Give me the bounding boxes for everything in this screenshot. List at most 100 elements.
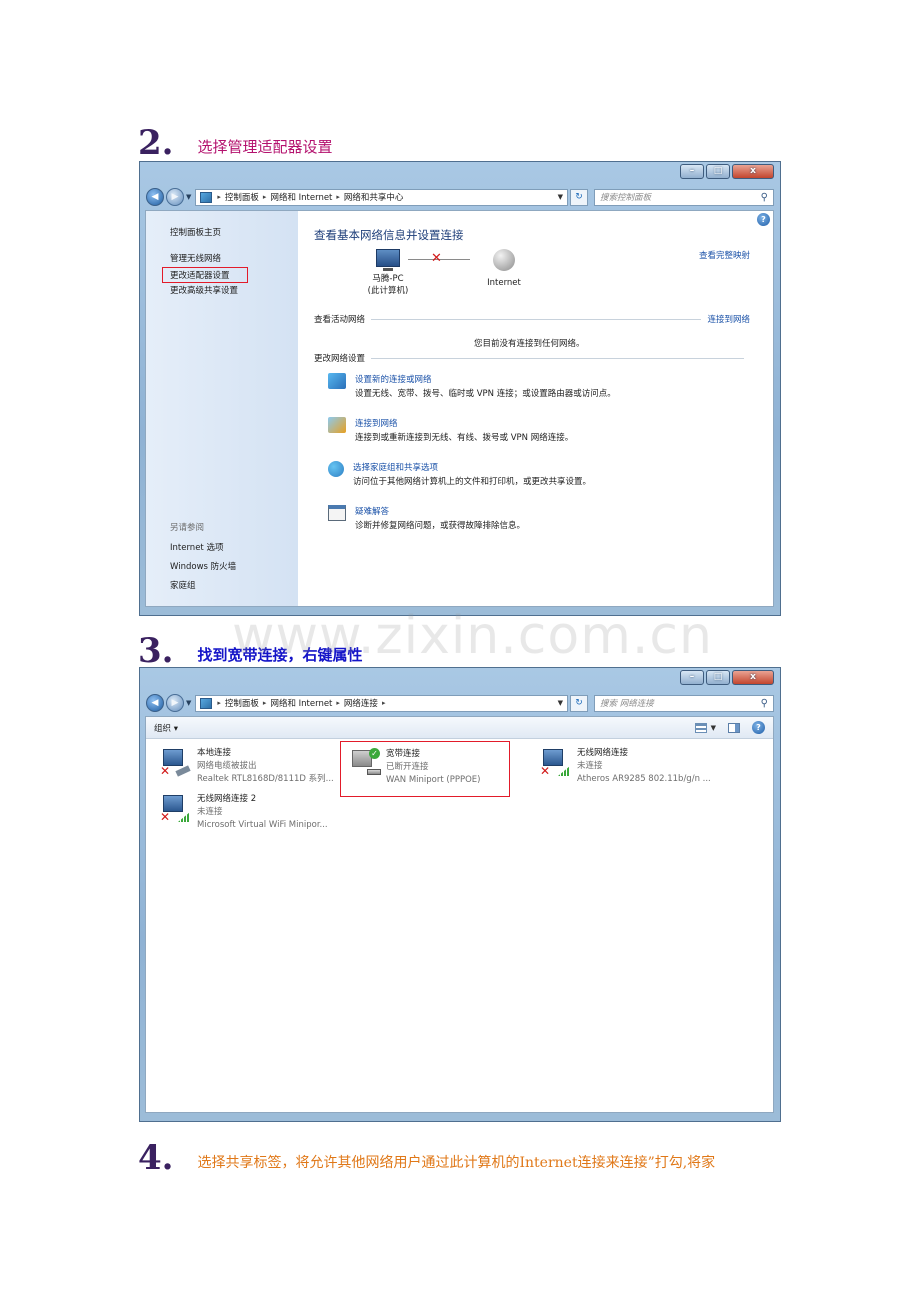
chevron-down-icon[interactable]: ▼ <box>558 193 563 201</box>
chevron-right-icon[interactable]: ▸ <box>336 699 340 707</box>
address-bar[interactable]: ▸ 控制面板 ▸ 网络和 Internet ▸ 网络和共享中心 ▼ <box>195 188 568 206</box>
page-title: 查看基本网络信息并设置连接 <box>314 228 464 242</box>
divider <box>371 318 702 320</box>
step-text: 选择共享标签，将允许其他网络用户通过此计算机的Internet连接来连接”打勾,… <box>197 1155 716 1171</box>
task-homegroup: 选择家庭组和共享选项 访问位于其他网络计算机上的文件和打印机，或更改共享设置。 <box>328 461 591 489</box>
search-icon[interactable]: ⚲ <box>761 192 768 203</box>
task-title[interactable]: 连接到网络 <box>355 417 573 431</box>
connection-device: Atheros AR9285 802.11b/g/n ... <box>577 774 711 784</box>
connection-name: 无线网络连接 2 <box>197 794 257 804</box>
search-placeholder: 搜索 网络连接 <box>600 699 654 709</box>
minimize-button[interactable]: – <box>680 164 704 179</box>
step-number: 2. <box>138 123 174 163</box>
connection-broadband[interactable]: ✓ 宽带连接 已断开连接 WAN Miniport (PPPOE) <box>340 741 510 797</box>
connect-to-network-link[interactable]: 连接到网络 <box>707 313 750 325</box>
recent-pages-dropdown-icon[interactable]: ▼ <box>186 699 191 707</box>
chevron-down-icon[interactable]: ▼ <box>711 724 716 732</box>
chevron-right-icon[interactable]: ▸ <box>263 699 267 707</box>
command-bar: 组织 ▾ ▼ ? <box>146 717 773 739</box>
breadcrumb-network-connections[interactable]: 网络连接 <box>344 697 378 709</box>
connection-wireless-2[interactable]: ✕ 无线网络连接 2 未连接 Microsoft Virtual WiFi Mi… <box>160 793 328 832</box>
chevron-right-icon[interactable]: ▸ <box>217 193 221 201</box>
see-also-windows-firewall[interactable]: Windows 防火墙 <box>170 558 236 577</box>
signal-bars-icon <box>178 812 190 822</box>
breadcrumb-control-panel[interactable]: 控制面板 <box>225 191 259 203</box>
back-arrow-icon[interactable]: ◀ <box>146 694 164 712</box>
chevron-right-icon[interactable]: ▸ <box>382 699 386 707</box>
forward-arrow-icon[interactable]: ▶ <box>166 188 184 206</box>
forward-arrow-icon[interactable]: ▶ <box>166 694 184 712</box>
disconnected-x-icon: ✕ <box>160 764 171 778</box>
wireless-network-icon: ✕ <box>540 747 570 777</box>
change-settings-header: 更改网络设置 <box>314 352 750 364</box>
view-full-map-link[interactable]: 查看完整映射 <box>699 249 750 261</box>
step-2-heading: 2. 选择管理适配器设置 <box>138 126 333 160</box>
close-button[interactable]: x <box>732 670 774 685</box>
task-title[interactable]: 疑难解答 <box>355 505 525 519</box>
see-also-internet-options[interactable]: Internet 选项 <box>170 539 236 558</box>
chevron-right-icon[interactable]: ▸ <box>217 699 221 707</box>
computer-icon <box>376 249 400 271</box>
help-icon[interactable]: ? <box>757 213 770 226</box>
recent-pages-dropdown-icon[interactable]: ▼ <box>186 193 191 201</box>
disconnected-x-icon: ✕ <box>160 810 171 824</box>
step-text: 选择管理适配器设置 <box>197 138 333 156</box>
task-troubleshoot: 疑难解答 诊断并修复网络问题，或获得故障排除信息。 <box>328 505 525 533</box>
search-input[interactable]: 搜索 网络连接 ⚲ <box>594 694 774 712</box>
step-3-heading: 3. 找到宽带连接，右键属性 <box>138 634 363 668</box>
see-also-section: 另请参阅 Internet 选项 Windows 防火墙 家庭组 <box>170 521 236 596</box>
sidebar-item-manage-wireless[interactable]: 管理无线网络 <box>146 251 298 267</box>
sidebar-item-home[interactable]: 控制面板主页 <box>146 225 298 241</box>
back-arrow-icon[interactable]: ◀ <box>146 188 164 206</box>
sidebar-item-change-adapter-settings[interactable]: 更改适配器设置 <box>162 267 248 283</box>
change-settings-label: 更改网络设置 <box>314 354 366 364</box>
address-row: ◀ ▶ ▼ ▸ 控制面板 ▸ 网络和 Internet ▸ 网络和共享中心 ▼ … <box>140 184 780 210</box>
task-title[interactable]: 设置新的连接或网络 <box>355 373 616 387</box>
connection-device: Microsoft Virtual WiFi Minipor... <box>197 820 328 830</box>
close-button[interactable]: x <box>732 164 774 179</box>
window-content: 控制面板主页 管理无线网络 更改适配器设置 更改高级共享设置 另请参阅 Inte… <box>145 210 774 607</box>
divider <box>371 357 744 359</box>
connection-device: Realtek RTL8168D/8111D 系列... <box>197 774 334 784</box>
chevron-right-icon[interactable]: ▸ <box>263 193 267 201</box>
help-icon[interactable]: ? <box>752 721 765 734</box>
globe-icon <box>493 249 515 271</box>
chevron-right-icon[interactable]: ▸ <box>336 193 340 201</box>
change-view-icon[interactable] <box>694 722 707 733</box>
search-icon[interactable]: ⚲ <box>761 698 768 709</box>
task-title[interactable]: 选择家庭组和共享选项 <box>353 461 591 475</box>
search-input[interactable]: 搜索控制面板 ⚲ <box>594 188 774 206</box>
refresh-icon[interactable]: ↻ <box>570 188 588 206</box>
maximize-button[interactable]: □ <box>706 164 730 179</box>
minimize-button[interactable]: – <box>680 670 704 685</box>
task-connect-network: 连接到网络 连接到或重新连接到无线、有线、拨号或 VPN 网络连接。 <box>328 417 573 445</box>
see-also-homegroup[interactable]: 家庭组 <box>170 577 236 596</box>
wireless-network-icon: ✕ <box>160 793 190 823</box>
breadcrumb-network-internet[interactable]: 网络和 Internet <box>270 697 332 709</box>
task-desc: 设置无线、宽带、拨号、临时或 VPN 连接；或设置路由器或访问点。 <box>355 389 616 399</box>
connection-local-area[interactable]: ✕ 本地连接 网络电缆被拔出 Realtek RTL8168D/8111D 系列… <box>160 747 334 786</box>
this-computer-node[interactable]: 马腾-PC (此计算机) <box>358 249 418 297</box>
maximize-button[interactable]: □ <box>706 670 730 685</box>
sidebar-item-advanced-sharing[interactable]: 更改高级共享设置 <box>146 283 298 299</box>
internet-node[interactable]: Internet <box>474 249 534 289</box>
breadcrumb-network-internet[interactable]: 网络和 Internet <box>270 191 332 203</box>
window-content: 组织 ▾ ▼ ? ✕ 本地连接 网络电缆被拔出 Realtek RTL8168D… <box>145 716 774 1113</box>
disconnected-x-icon: ✕ <box>431 251 442 266</box>
step-4-heading: 4. 选择共享标签，将允许其他网络用户通过此计算机的Internet连接来连接”… <box>138 1141 715 1175</box>
connection-wireless[interactable]: ✕ 无线网络连接 未连接 Atheros AR9285 802.11b/g/n … <box>540 747 711 786</box>
address-bar[interactable]: ▸ 控制面板 ▸ 网络和 Internet ▸ 网络连接 ▸ ▼ <box>195 694 568 712</box>
step-text: 找到宽带连接，右键属性 <box>197 646 363 664</box>
see-also-label: 另请参阅 <box>170 523 205 533</box>
control-panel-icon <box>200 191 213 203</box>
breadcrumb-sharing-center[interactable]: 网络和共享中心 <box>344 191 404 203</box>
connection-status: 未连接 <box>577 761 603 771</box>
organize-menu[interactable]: 组织 ▾ <box>154 722 178 734</box>
breadcrumb-control-panel[interactable]: 控制面板 <box>225 697 259 709</box>
search-placeholder: 搜索控制面板 <box>600 193 652 203</box>
chevron-down-icon[interactable]: ▼ <box>558 699 563 707</box>
computer-sub: (此计算机) <box>367 286 409 296</box>
connection-status: 未连接 <box>197 807 223 817</box>
preview-pane-icon[interactable] <box>728 722 740 733</box>
refresh-icon[interactable]: ↻ <box>570 694 588 712</box>
